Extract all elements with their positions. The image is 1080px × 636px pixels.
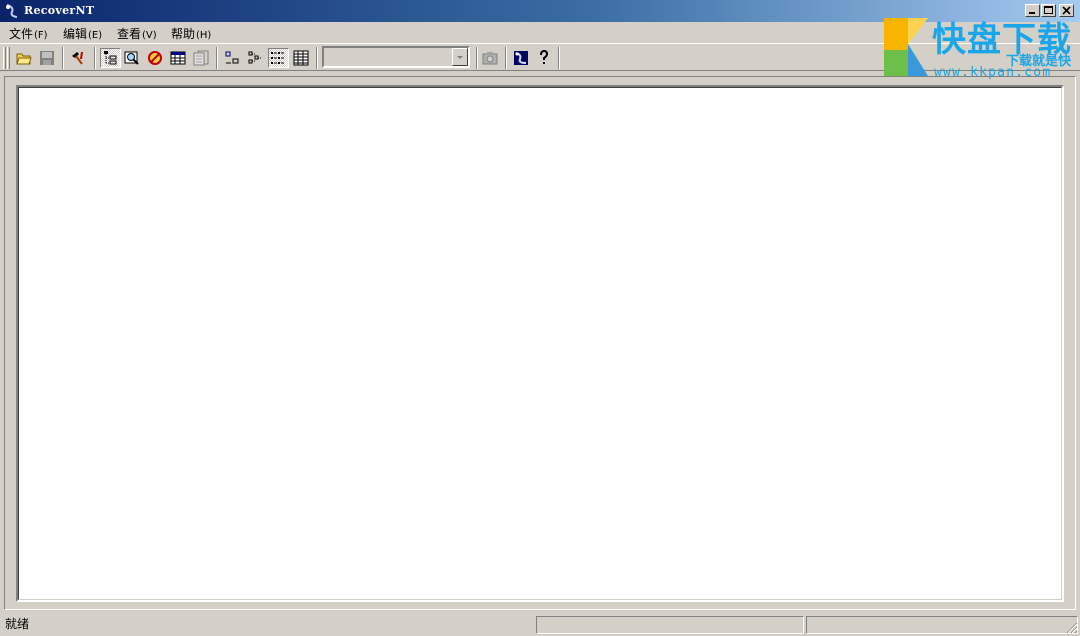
save-button[interactable] (37, 48, 58, 68)
toolbar-separator (476, 47, 478, 69)
status-pane-3 (806, 616, 1078, 634)
large-icons-button[interactable] (222, 48, 243, 68)
chevron-down-icon (457, 56, 463, 59)
open-button[interactable] (14, 48, 35, 68)
stop-button[interactable] (145, 48, 166, 68)
menu-file[interactable]: 文件(F) (9, 25, 48, 42)
toolbar-separator (94, 47, 96, 69)
window-title: RecoverNT (24, 4, 95, 17)
status-pane-2 (536, 616, 804, 634)
status-text: 就绪 (5, 617, 30, 631)
help-button[interactable] (534, 48, 555, 68)
location-combo[interactable] (322, 46, 470, 68)
question-icon (540, 50, 549, 64)
hammer-wrench-icon (72, 52, 83, 65)
search-button[interactable] (122, 48, 143, 68)
toolbar-separator (62, 47, 64, 69)
open-folder-icon (16, 53, 32, 65)
disk-icon (40, 51, 54, 65)
toolbar-separator (216, 47, 218, 69)
recovernt-app-icon[interactable] (4, 3, 20, 19)
tree-view-button[interactable] (100, 48, 121, 68)
snapshot-button[interactable] (480, 48, 501, 68)
grid-view-button[interactable] (168, 48, 189, 68)
camera-icon (482, 52, 498, 65)
resize-grip-icon[interactable] (1066, 622, 1078, 634)
details-icon (293, 50, 309, 66)
pages-button[interactable] (191, 48, 212, 68)
small-icons-icon (248, 51, 261, 64)
details-view-button[interactable] (291, 48, 312, 68)
kkpan-watermark: 快盘下载 下载就是快 www.kkpan.com (884, 14, 1080, 80)
toolbar-separator (505, 47, 507, 69)
tree-view-icon (104, 51, 117, 65)
menu-view[interactable]: 查看(V) (117, 25, 157, 42)
toolbar-grip[interactable] (3, 47, 6, 69)
large-icons-icon (225, 51, 239, 64)
small-icons-button[interactable] (245, 48, 266, 68)
kkpan-logo-icon (884, 18, 928, 76)
combo-dropdown-button[interactable] (452, 48, 468, 66)
pages-icon (193, 50, 209, 66)
app-logo-icon (514, 51, 528, 65)
toolbar-separator (316, 47, 318, 69)
table-icon (170, 51, 186, 65)
toolbar-separator (558, 47, 560, 69)
status-bar: 就绪 (0, 613, 1080, 636)
menu-help[interactable]: 帮助(H) (171, 25, 211, 42)
watermark-url: www.kkpan.com (934, 65, 1052, 80)
main-view[interactable] (16, 85, 1064, 602)
about-button[interactable] (511, 48, 532, 68)
magnifier-icon (124, 51, 139, 65)
list-icon (271, 52, 284, 64)
menu-edit[interactable]: 编辑(E) (63, 25, 102, 42)
tools-button[interactable] (68, 48, 89, 68)
toolbar-grip[interactable] (7, 47, 10, 69)
prohibit-icon (148, 51, 162, 65)
list-view-button[interactable] (268, 48, 289, 68)
